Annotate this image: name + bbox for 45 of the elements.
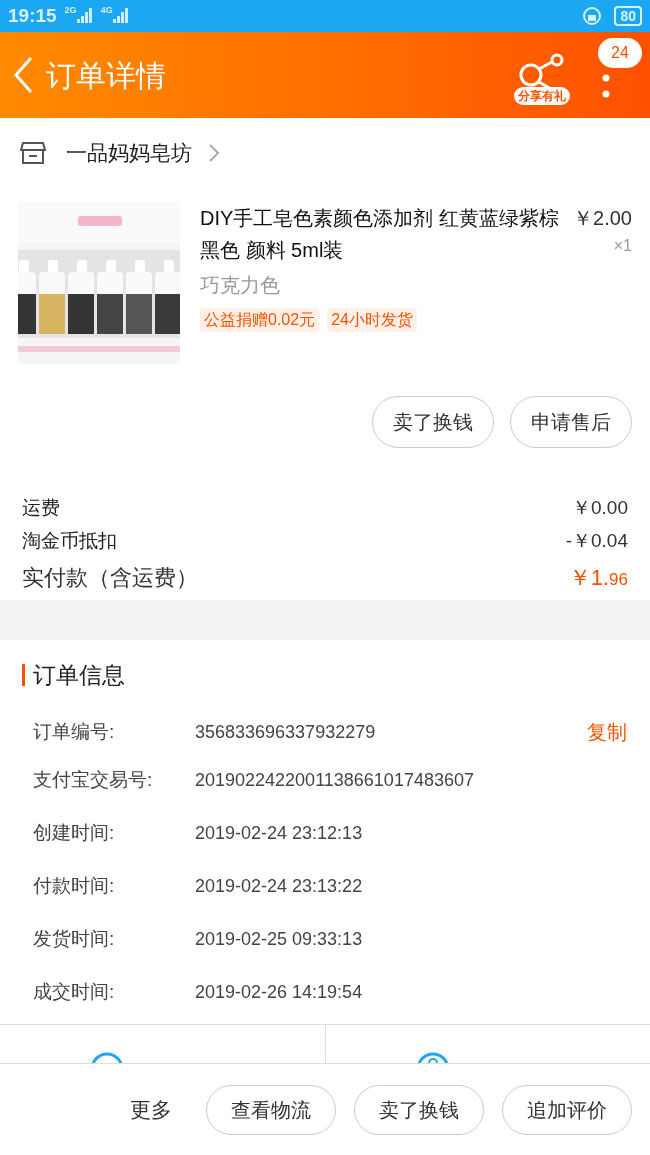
- product-price: ￥2.00: [573, 206, 632, 231]
- phone-icon[interactable]: [415, 1051, 450, 1064]
- cost-value: -￥0.04: [565, 529, 628, 554]
- network-label: 2G: [64, 4, 77, 17]
- info-value: 2019-02-25 09:33:13: [195, 928, 364, 951]
- tag: 24小时发货: [327, 308, 417, 332]
- info-label: 付款时间:: [33, 874, 116, 899]
- battery-indicator: 80: [614, 6, 642, 26]
- info-label: 支付宝交易号:: [33, 768, 154, 793]
- rotation-lock-icon: [582, 6, 603, 26]
- info-label: 成交时间:: [33, 980, 116, 1005]
- cost-label: 运费: [22, 496, 60, 521]
- notification-badge: 24: [598, 38, 642, 68]
- signal-icon: [112, 8, 129, 24]
- page-title: 订单详情: [46, 57, 166, 94]
- action-button[interactable]: 查看物流: [206, 1084, 336, 1135]
- info-label: 创建时间:: [33, 821, 116, 846]
- chat-icon[interactable]: [90, 1051, 125, 1064]
- product-title[interactable]: DIY手工皂色素颜色添加剂 红黄蓝绿紫棕黑色 颜料 5ml装: [200, 202, 570, 266]
- action-button[interactable]: 追加评价: [502, 1084, 632, 1135]
- network-label: 4G: [100, 4, 113, 17]
- more-icon[interactable]: [602, 74, 610, 100]
- product-variant: 巧克力色: [200, 273, 281, 298]
- info-label: 订单编号:: [33, 719, 116, 744]
- info-value: 2019-02-26 14:19:54: [195, 981, 364, 1004]
- signal-icon: [76, 8, 93, 24]
- shop-name[interactable]: 一品妈妈皂坊: [66, 137, 192, 169]
- more-button[interactable]: 更多: [130, 1093, 172, 1126]
- product-quantity: ×1: [613, 236, 632, 256]
- info-label: 发货时间:: [33, 927, 116, 952]
- chevron-right-icon[interactable]: [208, 143, 220, 163]
- info-value: 2019-02-24 23:12:13: [195, 822, 364, 845]
- info-value: 356833696337932279: [195, 720, 377, 744]
- tag: 公益捐赠0.02元: [200, 308, 320, 332]
- info-value: 2019022422001138661017483607: [195, 769, 475, 792]
- action-button[interactable]: 卖了换钱: [354, 1084, 484, 1135]
- clock: 19:15: [8, 3, 57, 28]
- cost-value: ￥1.96: [568, 563, 628, 592]
- cost-value: ￥0.00: [572, 496, 628, 521]
- info-value: 2019-02-24 23:13:22: [195, 875, 364, 898]
- back-icon[interactable]: [12, 55, 34, 95]
- cost-label: 实付款（含运费）: [22, 563, 198, 592]
- cost-label: 淘金币抵扣: [22, 529, 117, 554]
- section-title: 订单信息: [33, 660, 125, 690]
- store-icon: [20, 141, 46, 165]
